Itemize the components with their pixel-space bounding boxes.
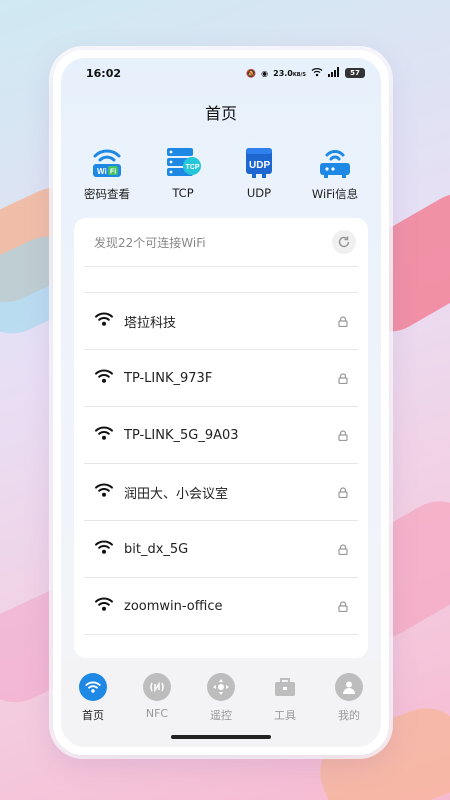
app-screen: 16:02 🔕 ◉ 23.0KB/S 57 首页 Wi Fi 密码查看 TCP … <box>61 58 381 747</box>
wifi-password-icon: Wi Fi <box>87 146 127 180</box>
wifi-list: 塔拉科技 TP-LINK_973F TP-LINK_5G_9A03 润田大、小会… <box>84 292 358 635</box>
network-speed: 23.0KB/S <box>273 68 306 78</box>
svg-text:Fi: Fi <box>110 169 116 176</box>
page-title: 首页 <box>204 104 237 123</box>
feature-label: UDP <box>246 186 272 200</box>
wifi-signal-icon <box>94 425 114 445</box>
tab-me[interactable]: 我的 <box>319 673 379 747</box>
tcp-server-icon: TCP <box>163 146 203 180</box>
wifi-name: TP-LINK_973F <box>124 370 213 386</box>
tab-label: 工具 <box>274 709 296 722</box>
lock-icon <box>338 483 348 502</box>
tab-label: NFC <box>145 707 169 720</box>
location-icon: ◉ <box>261 68 269 78</box>
mute-icon: 🔕 <box>246 68 257 78</box>
feature-label: TCP <box>172 186 194 200</box>
wifi-list-header: 发现22个可连接WiFi <box>74 218 368 266</box>
wifi-list-card: 发现22个可连接WiFi 塔拉科技 TP-LINK_973F TP-LINK_5… <box>74 218 368 658</box>
wifi-signal-icon <box>311 67 323 79</box>
nfc-icon <box>143 673 171 701</box>
wifi-name: zoomwin-office <box>124 598 223 614</box>
wifi-icon <box>79 673 107 701</box>
udp-icon: UDP <box>239 146 279 180</box>
wifi-item[interactable]: bit_dx_5G <box>84 521 358 578</box>
status-bar: 16:02 🔕 ◉ 23.0KB/S 57 <box>61 58 381 88</box>
phone-frame: 16:02 🔕 ◉ 23.0KB/S 57 首页 Wi Fi 密码查看 TCP … <box>53 50 389 755</box>
status-icons: 🔕 ◉ 23.0KB/S 57 <box>246 67 365 79</box>
lock-icon <box>338 597 348 616</box>
battery-indicator: 57 <box>345 68 365 78</box>
user-icon <box>335 673 363 701</box>
remote-control-icon <box>207 673 235 701</box>
refresh-button[interactable] <box>332 230 356 254</box>
cell-signal-icon <box>328 67 340 79</box>
lock-icon <box>338 369 348 388</box>
wifi-item[interactable]: TP-LINK_5G_9A03 <box>84 407 358 464</box>
wifi-item[interactable]: 润田大、小会议室 <box>84 464 358 521</box>
wifi-name: bit_dx_5G <box>124 541 189 557</box>
svg-text:TCP: TCP <box>186 164 200 171</box>
wifi-signal-icon <box>94 539 114 559</box>
home-indicator <box>171 735 271 739</box>
wifi-count-text: 发现22个可连接WiFi <box>94 235 206 250</box>
bottom-tab-bar: 首页 NFC 遥控 工具 我的 <box>61 659 381 747</box>
wifi-item[interactable]: TP-LINK_973F <box>84 350 358 407</box>
feature-wifi-info[interactable]: WiFi信息 <box>299 146 371 202</box>
wifi-signal-icon <box>94 482 114 502</box>
router-icon <box>315 146 355 180</box>
tab-label: 我的 <box>338 709 360 722</box>
svg-text:Wi: Wi <box>97 167 107 176</box>
list-divider <box>84 266 358 292</box>
svg-text:UDP: UDP <box>249 160 270 171</box>
wifi-signal-icon <box>94 368 114 388</box>
feature-label: WiFi信息 <box>311 187 359 201</box>
refresh-icon <box>338 236 350 248</box>
lock-icon <box>338 426 348 445</box>
wifi-item[interactable]: 塔拉科技 <box>84 293 358 350</box>
status-time: 16:02 <box>86 66 122 80</box>
feature-tcp[interactable]: TCP TCP <box>147 146 219 202</box>
wifi-name: TP-LINK_5G_9A03 <box>124 427 239 443</box>
feature-password[interactable]: Wi Fi 密码查看 <box>71 146 143 202</box>
wifi-item[interactable]: zoomwin-office <box>84 578 358 635</box>
tab-label: 首页 <box>82 709 104 722</box>
toolbox-icon <box>271 673 299 701</box>
wifi-name: 润田大、小会议室 <box>124 486 229 502</box>
feature-row: Wi Fi 密码查看 TCP TCP UDP UDP WiFi信息 <box>61 146 381 202</box>
wifi-signal-icon <box>94 596 114 616</box>
wifi-signal-icon <box>94 311 114 331</box>
feature-udp[interactable]: UDP UDP <box>223 146 295 202</box>
wifi-name: 塔拉科技 <box>124 315 177 331</box>
lock-icon <box>338 312 348 331</box>
lock-icon <box>338 540 348 559</box>
tab-home[interactable]: 首页 <box>63 673 123 747</box>
feature-label: 密码查看 <box>84 187 130 201</box>
tab-label: 遥控 <box>210 709 232 722</box>
